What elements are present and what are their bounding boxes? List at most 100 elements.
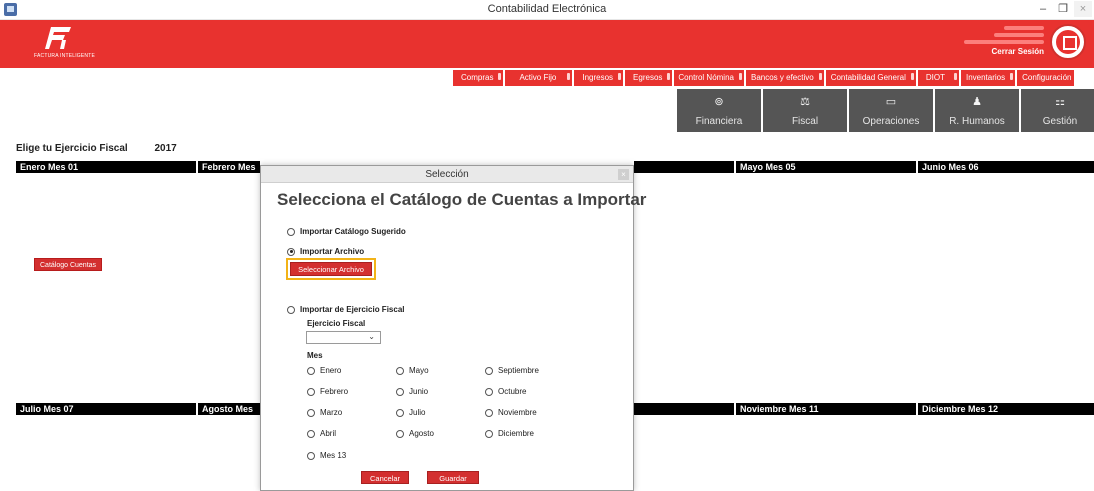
option-suggested-catalog[interactable]: Importar Catálogo Sugerido (287, 227, 406, 236)
month-label: Octubre (498, 387, 527, 396)
fiscal-year-value[interactable]: 2017 (155, 143, 177, 154)
cancel-button[interactable]: Cancelar (361, 471, 409, 484)
month-header-06: Junio Mes 06 (918, 161, 1094, 173)
month-label: Junio (409, 387, 429, 396)
month-header-01: Enero Mes 01 (16, 161, 196, 173)
maximize-button[interactable]: ❐ (1054, 1, 1072, 17)
month-label: Septiembre (498, 366, 539, 375)
company-redacted (964, 40, 1044, 44)
chevron-down-icon: ⌄ (368, 332, 375, 341)
month-option-abril[interactable]: Abril (307, 429, 336, 438)
module-tiles: ⊚ Financiera ⚖ Fiscal ▭ Operaciones ♟ R.… (677, 89, 1094, 132)
app-header: FACTURA INTELIGENTE Cerrar Sesión (0, 20, 1094, 68)
nav-bancos[interactable]: Bancos y efectivo (745, 70, 824, 86)
radio-icon (396, 366, 404, 375)
nav-label: Ingresos (582, 73, 614, 82)
month-header-04-partial (634, 161, 734, 173)
radio-icon (307, 408, 315, 417)
nav-label: Compras (461, 73, 494, 82)
pin-icon (910, 73, 914, 80)
radio-icon (307, 366, 315, 375)
nav-inventarios[interactable]: Inventarios (960, 70, 1016, 86)
radio-selected-icon (287, 247, 295, 256)
module-label: Gestión (1042, 116, 1078, 127)
nav-configuracion[interactable]: Configuración (1017, 70, 1075, 86)
logout-link[interactable]: Cerrar Sesión (924, 47, 1044, 56)
scale-icon: ⚖ (800, 96, 810, 108)
module-financiera[interactable]: ⊚ Financiera (677, 89, 761, 132)
month-label: Marzo (320, 408, 343, 417)
month-option-febrero[interactable]: Febrero (307, 387, 348, 396)
select-file-button[interactable]: Seleccionar Archivo (290, 262, 372, 276)
module-label: Financiera (695, 116, 743, 127)
radio-icon (396, 429, 404, 438)
month-header-05: Mayo Mes 05 (736, 161, 916, 173)
catalog-accounts-button[interactable]: Catálogo Cuentas (34, 258, 103, 271)
month-option-junio[interactable]: Junio (396, 387, 428, 396)
month-label: Mes 13 (320, 451, 347, 460)
month-option-noviembre[interactable]: Noviembre (485, 408, 537, 417)
nav-label: Bancos y efectivo (750, 73, 814, 82)
person-icon: ♟ (972, 96, 982, 108)
close-button[interactable]: × (1074, 1, 1092, 17)
nav-egresos[interactable]: Egresos (625, 70, 673, 86)
module-operaciones[interactable]: ▭ Operaciones (849, 89, 933, 132)
nav-label: Configuración (1022, 73, 1072, 82)
module-gestion[interactable]: ⚏ Gestión (1021, 89, 1094, 132)
pin-icon (667, 73, 671, 80)
month-option-mes-13[interactable]: Mes 13 (307, 451, 346, 460)
user-id-redacted (994, 33, 1044, 37)
month-option-julio[interactable]: Julio (396, 408, 425, 417)
nav-activo-fijo[interactable]: Activo Fijo (505, 70, 573, 86)
radio-icon (287, 305, 295, 314)
radio-icon (307, 429, 315, 438)
nav-contabilidad-general[interactable]: Contabilidad General (825, 70, 916, 86)
radio-icon (287, 227, 295, 236)
nav-label: Inventarios (965, 73, 1006, 82)
month-header-11: Noviembre Mes 11 (736, 403, 916, 415)
fiscal-year-field-label: Ejercicio Fiscal (307, 319, 366, 328)
radio-icon (307, 387, 315, 396)
month-option-marzo[interactable]: Marzo (307, 408, 342, 417)
logout-icon[interactable] (1050, 24, 1086, 60)
option-fiscal-year[interactable]: Importar de Ejercicio Fiscal (287, 305, 404, 314)
user-info: Cerrar Sesión (924, 23, 1044, 56)
option-label: Importar de Ejercicio Fiscal (300, 305, 405, 314)
fiscal-year-dropdown[interactable]: ⌄ (306, 331, 381, 344)
pin-icon (818, 73, 822, 80)
radio-icon (485, 408, 493, 417)
month-label: Diciembre (498, 429, 535, 438)
month-header-08: Agosto Mes 0 (198, 403, 260, 426)
nav-control-nomina[interactable]: Control Nómina (674, 70, 744, 86)
main-nav: Compras Activo Fijo Ingresos Egresos Con… (453, 70, 1075, 86)
option-import-file[interactable]: Importar Archivo (287, 247, 364, 256)
pin-icon (738, 73, 742, 80)
month-label: Mayo (409, 366, 429, 375)
nav-ingresos[interactable]: Ingresos (574, 70, 624, 86)
month-option-octubre[interactable]: Octubre (485, 387, 526, 396)
module-fiscal[interactable]: ⚖ Fiscal (763, 89, 847, 132)
module-recursos-humanos[interactable]: ♟ R. Humanos (935, 89, 1019, 132)
brand-logo-icon (45, 27, 71, 49)
dialog-close-button[interactable]: × (618, 169, 629, 180)
month-option-mayo[interactable]: Mayo (396, 366, 429, 375)
nav-diot[interactable]: DIOT (917, 70, 959, 86)
save-button[interactable]: Guardar (427, 471, 479, 484)
nav-label: Egresos (633, 73, 663, 82)
option-label: Importar Catálogo Sugerido (300, 227, 406, 236)
month-option-enero[interactable]: Enero (307, 366, 341, 375)
dialog-title-bar: Selección × (261, 166, 633, 183)
month-option-diciembre[interactable]: Diciembre (485, 429, 534, 438)
month-label: Febrero (320, 387, 349, 396)
nav-compras[interactable]: Compras (453, 70, 504, 86)
pin-icon (953, 73, 957, 80)
month-field-label: Mes (307, 351, 323, 360)
minimize-button[interactable]: – (1034, 1, 1052, 17)
pin-icon (618, 73, 622, 80)
month-header-12: Diciembre Mes 12 (918, 403, 1094, 415)
month-option-septiembre[interactable]: Septiembre (485, 366, 539, 375)
radio-icon (396, 387, 404, 396)
month-option-agosto[interactable]: Agosto (396, 429, 434, 438)
brand-logo: FACTURA INTELIGENTE (34, 25, 95, 63)
module-label: R. Humanos (949, 116, 1005, 127)
